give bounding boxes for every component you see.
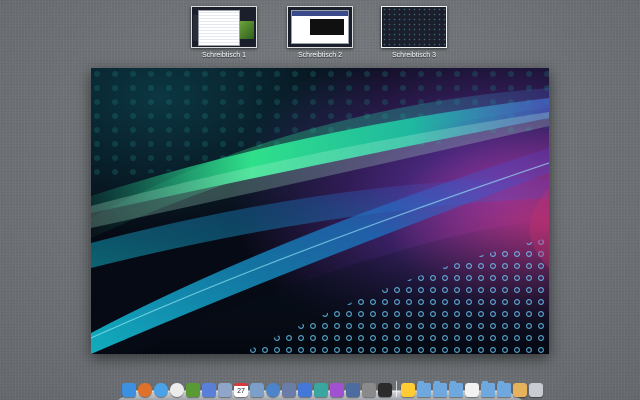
preview-icon[interactable] (218, 383, 232, 397)
terminal-icon[interactable] (378, 383, 392, 397)
space-2-preview[interactable] (287, 6, 353, 48)
folder-icon[interactable] (481, 381, 495, 397)
xcode-icon[interactable] (401, 383, 415, 397)
gradient-icon[interactable] (330, 383, 344, 397)
space-thumbnail-1[interactable]: Schreibtisch 1 (184, 6, 264, 59)
dock-separator (396, 381, 397, 397)
ical-dot-icon[interactable] (170, 383, 184, 397)
space-3-label: Schreibtisch 3 (392, 52, 436, 59)
folder-icon[interactable] (417, 381, 431, 397)
folder-icon[interactable] (433, 381, 447, 397)
calendar-icon[interactable]: 27 (234, 383, 248, 397)
document-icon[interactable] (465, 383, 479, 397)
space-thumbnail-3[interactable]: Schreibtisch 3 (374, 6, 454, 59)
firefox-icon[interactable] (138, 383, 152, 397)
current-desktop-preview[interactable] (91, 68, 549, 354)
photo-icon[interactable] (346, 383, 360, 397)
space-1-preview[interactable] (191, 6, 257, 48)
pen-icon[interactable] (314, 383, 328, 397)
safari-icon[interactable] (154, 383, 168, 397)
wallpaper (91, 68, 549, 354)
space-1-label: Schreibtisch 1 (202, 52, 246, 59)
folder-icon[interactable] (497, 381, 511, 397)
space-3-preview[interactable] (381, 6, 447, 48)
network-icon[interactable] (266, 383, 280, 397)
spaces-bar: Schreibtisch 1 Schreibtisch 2 Schreibtis… (0, 6, 640, 64)
home-folder-icon[interactable] (513, 383, 527, 397)
trash-icon[interactable] (529, 383, 543, 397)
mail-icon[interactable] (250, 383, 264, 397)
finder-icon[interactable] (122, 383, 136, 397)
itunes-icon[interactable] (202, 383, 216, 397)
app-store-icon[interactable] (298, 383, 312, 397)
space-2-label: Schreibtisch 2 (298, 52, 342, 59)
space-thumbnail-2[interactable]: Schreibtisch 2 (280, 6, 360, 59)
dock-icons: 27 (122, 379, 543, 397)
tools-icon[interactable] (282, 383, 296, 397)
dock: 27 (118, 376, 543, 400)
folder-icon[interactable] (449, 381, 463, 397)
preferences-icon[interactable] (362, 383, 376, 397)
minecraft-icon[interactable] (186, 383, 200, 397)
